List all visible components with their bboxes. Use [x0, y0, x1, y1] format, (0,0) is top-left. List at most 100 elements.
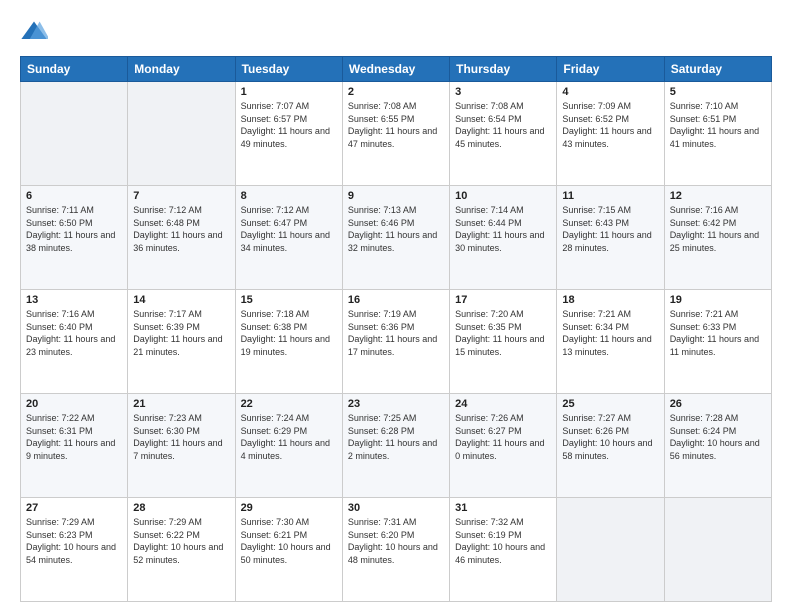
calendar-cell: 15 Sunrise: 7:18 AMSunset: 6:38 PMDayligh…	[235, 290, 342, 394]
cell-info: Sunrise: 7:18 AMSunset: 6:38 PMDaylight:…	[241, 309, 330, 357]
calendar-header-thursday: Thursday	[450, 57, 557, 82]
cell-info: Sunrise: 7:28 AMSunset: 6:24 PMDaylight:…	[670, 413, 760, 461]
day-number: 1	[241, 86, 337, 98]
day-number: 2	[348, 86, 444, 98]
day-number: 29	[241, 502, 337, 514]
day-number: 6	[26, 190, 122, 202]
calendar-cell: 11 Sunrise: 7:15 AMSunset: 6:43 PMDayligh…	[557, 186, 664, 290]
calendar: SundayMondayTuesdayWednesdayThursdayFrid…	[20, 56, 772, 602]
day-number: 22	[241, 398, 337, 410]
day-number: 4	[562, 86, 658, 98]
day-number: 31	[455, 502, 551, 514]
calendar-cell	[664, 498, 771, 602]
day-number: 13	[26, 294, 122, 306]
cell-info: Sunrise: 7:26 AMSunset: 6:27 PMDaylight:…	[455, 413, 544, 461]
cell-info: Sunrise: 7:24 AMSunset: 6:29 PMDaylight:…	[241, 413, 330, 461]
calendar-cell	[128, 82, 235, 186]
day-number: 24	[455, 398, 551, 410]
calendar-header-wednesday: Wednesday	[342, 57, 449, 82]
logo-icon	[20, 18, 48, 46]
day-number: 10	[455, 190, 551, 202]
day-number: 14	[133, 294, 229, 306]
cell-info: Sunrise: 7:27 AMSunset: 6:26 PMDaylight:…	[562, 413, 652, 461]
calendar-cell: 3 Sunrise: 7:08 AMSunset: 6:54 PMDaylight…	[450, 82, 557, 186]
calendar-header-row: SundayMondayTuesdayWednesdayThursdayFrid…	[21, 57, 772, 82]
cell-info: Sunrise: 7:11 AMSunset: 6:50 PMDaylight:…	[26, 205, 115, 253]
calendar-week-2: 6 Sunrise: 7:11 AMSunset: 6:50 PMDaylight…	[21, 186, 772, 290]
calendar-cell: 10 Sunrise: 7:14 AMSunset: 6:44 PMDayligh…	[450, 186, 557, 290]
calendar-cell: 28 Sunrise: 7:29 AMSunset: 6:22 PMDayligh…	[128, 498, 235, 602]
day-number: 8	[241, 190, 337, 202]
calendar-cell: 31 Sunrise: 7:32 AMSunset: 6:19 PMDayligh…	[450, 498, 557, 602]
day-number: 15	[241, 294, 337, 306]
calendar-header-saturday: Saturday	[664, 57, 771, 82]
cell-info: Sunrise: 7:19 AMSunset: 6:36 PMDaylight:…	[348, 309, 437, 357]
calendar-cell: 30 Sunrise: 7:31 AMSunset: 6:20 PMDayligh…	[342, 498, 449, 602]
day-number: 5	[670, 86, 766, 98]
calendar-cell: 29 Sunrise: 7:30 AMSunset: 6:21 PMDayligh…	[235, 498, 342, 602]
day-number: 25	[562, 398, 658, 410]
cell-info: Sunrise: 7:07 AMSunset: 6:57 PMDaylight:…	[241, 101, 330, 149]
calendar-cell: 13 Sunrise: 7:16 AMSunset: 6:40 PMDayligh…	[21, 290, 128, 394]
cell-info: Sunrise: 7:12 AMSunset: 6:47 PMDaylight:…	[241, 205, 330, 253]
calendar-cell: 16 Sunrise: 7:19 AMSunset: 6:36 PMDayligh…	[342, 290, 449, 394]
cell-info: Sunrise: 7:30 AMSunset: 6:21 PMDaylight:…	[241, 517, 331, 565]
cell-info: Sunrise: 7:08 AMSunset: 6:55 PMDaylight:…	[348, 101, 437, 149]
day-number: 28	[133, 502, 229, 514]
cell-info: Sunrise: 7:23 AMSunset: 6:30 PMDaylight:…	[133, 413, 222, 461]
day-number: 12	[670, 190, 766, 202]
cell-info: Sunrise: 7:29 AMSunset: 6:22 PMDaylight:…	[133, 517, 223, 565]
cell-info: Sunrise: 7:32 AMSunset: 6:19 PMDaylight:…	[455, 517, 545, 565]
calendar-cell: 1 Sunrise: 7:07 AMSunset: 6:57 PMDaylight…	[235, 82, 342, 186]
day-number: 26	[670, 398, 766, 410]
day-number: 11	[562, 190, 658, 202]
calendar-header-tuesday: Tuesday	[235, 57, 342, 82]
cell-info: Sunrise: 7:17 AMSunset: 6:39 PMDaylight:…	[133, 309, 222, 357]
day-number: 19	[670, 294, 766, 306]
calendar-cell: 4 Sunrise: 7:09 AMSunset: 6:52 PMDaylight…	[557, 82, 664, 186]
header	[20, 18, 772, 46]
calendar-week-4: 20Sunrise: 7:22 AMSunset: 6:31 PMDayligh…	[21, 394, 772, 498]
cell-info: Sunrise: 7:31 AMSunset: 6:20 PMDaylight:…	[348, 517, 438, 565]
cell-info: Sunrise: 7:13 AMSunset: 6:46 PMDaylight:…	[348, 205, 437, 253]
calendar-cell: 17Sunrise: 7:20 AMSunset: 6:35 PMDayligh…	[450, 290, 557, 394]
calendar-header-friday: Friday	[557, 57, 664, 82]
cell-info: Sunrise: 7:22 AMSunset: 6:31 PMDaylight:…	[26, 413, 115, 461]
calendar-cell: 19Sunrise: 7:21 AMSunset: 6:33 PMDayligh…	[664, 290, 771, 394]
day-number: 30	[348, 502, 444, 514]
calendar-cell: 27Sunrise: 7:29 AMSunset: 6:23 PMDayligh…	[21, 498, 128, 602]
calendar-cell: 7 Sunrise: 7:12 AMSunset: 6:48 PMDaylight…	[128, 186, 235, 290]
calendar-week-1: 1 Sunrise: 7:07 AMSunset: 6:57 PMDaylight…	[21, 82, 772, 186]
calendar-cell: 24 Sunrise: 7:26 AMSunset: 6:27 PMDayligh…	[450, 394, 557, 498]
calendar-cell	[557, 498, 664, 602]
day-number: 7	[133, 190, 229, 202]
day-number: 3	[455, 86, 551, 98]
cell-info: Sunrise: 7:12 AMSunset: 6:48 PMDaylight:…	[133, 205, 222, 253]
cell-info: Sunrise: 7:08 AMSunset: 6:54 PMDaylight:…	[455, 101, 544, 149]
cell-info: Sunrise: 7:29 AMSunset: 6:23 PMDaylight:…	[26, 517, 116, 565]
cell-info: Sunrise: 7:09 AMSunset: 6:52 PMDaylight:…	[562, 101, 651, 149]
day-number: 23	[348, 398, 444, 410]
cell-info: Sunrise: 7:15 AMSunset: 6:43 PMDaylight:…	[562, 205, 651, 253]
calendar-cell: 8 Sunrise: 7:12 AMSunset: 6:47 PMDaylight…	[235, 186, 342, 290]
calendar-cell	[21, 82, 128, 186]
calendar-cell: 26 Sunrise: 7:28 AMSunset: 6:24 PMDayligh…	[664, 394, 771, 498]
cell-info: Sunrise: 7:10 AMSunset: 6:51 PMDaylight:…	[670, 101, 759, 149]
calendar-cell: 18Sunrise: 7:21 AMSunset: 6:34 PMDayligh…	[557, 290, 664, 394]
calendar-week-3: 13 Sunrise: 7:16 AMSunset: 6:40 PMDayligh…	[21, 290, 772, 394]
day-number: 9	[348, 190, 444, 202]
cell-info: Sunrise: 7:16 AMSunset: 6:40 PMDaylight:…	[26, 309, 115, 357]
calendar-header-sunday: Sunday	[21, 57, 128, 82]
cell-info: Sunrise: 7:21 AMSunset: 6:34 PMDaylight:…	[562, 309, 651, 357]
calendar-cell: 2 Sunrise: 7:08 AMSunset: 6:55 PMDaylight…	[342, 82, 449, 186]
cell-info: Sunrise: 7:14 AMSunset: 6:44 PMDaylight:…	[455, 205, 544, 253]
calendar-cell: 6 Sunrise: 7:11 AMSunset: 6:50 PMDaylight…	[21, 186, 128, 290]
calendar-week-5: 27Sunrise: 7:29 AMSunset: 6:23 PMDayligh…	[21, 498, 772, 602]
logo	[20, 18, 52, 46]
calendar-cell: 5 Sunrise: 7:10 AMSunset: 6:51 PMDaylight…	[664, 82, 771, 186]
calendar-cell: 25 Sunrise: 7:27 AMSunset: 6:26 PMDayligh…	[557, 394, 664, 498]
calendar-cell: 20Sunrise: 7:22 AMSunset: 6:31 PMDayligh…	[21, 394, 128, 498]
day-number: 16	[348, 294, 444, 306]
calendar-cell: 23Sunrise: 7:25 AMSunset: 6:28 PMDayligh…	[342, 394, 449, 498]
calendar-cell: 22 Sunrise: 7:24 AMSunset: 6:29 PMDayligh…	[235, 394, 342, 498]
